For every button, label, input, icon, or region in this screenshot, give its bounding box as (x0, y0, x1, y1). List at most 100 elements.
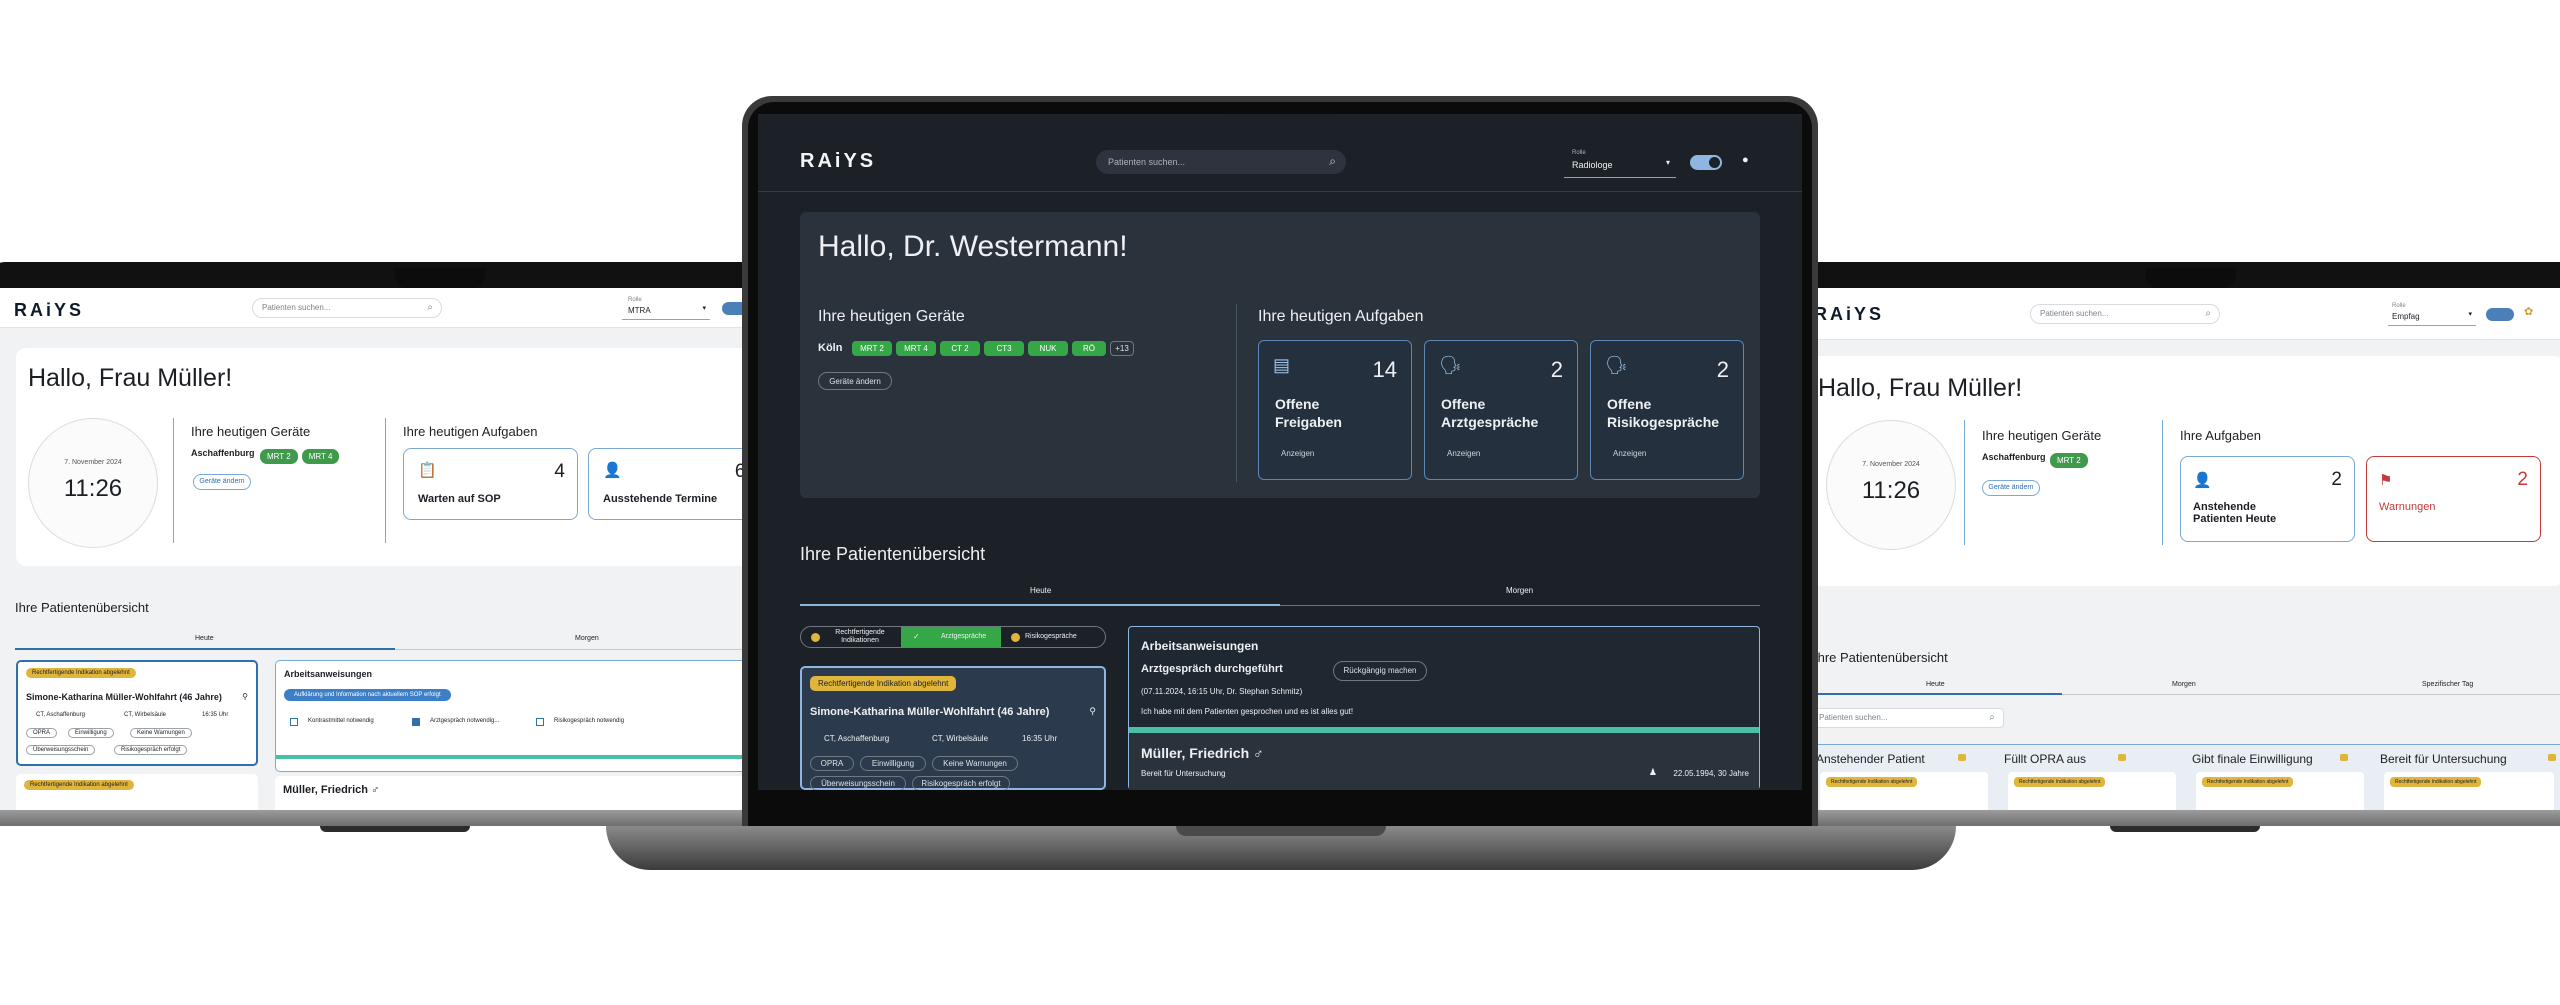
tab-specific-day[interactable]: Spezifischer Tag (2422, 681, 2473, 688)
welcome-card: Hallo, Frau Müller! 7. November 2024 11:… (16, 348, 742, 566)
task-card-warning[interactable]: ⚑ 2 Warnungen (2366, 456, 2541, 542)
chip: Überweisungsschein (810, 776, 906, 790)
divider (1964, 420, 1965, 545)
search-input[interactable]: Patienten suchen... ⌕ (252, 298, 442, 318)
task-card[interactable]: 👤 2 Anstehende Patienten Heute (2180, 456, 2355, 542)
device-pill[interactable]: CT 2 (940, 341, 980, 356)
change-devices-button[interactable]: Geräte ändern (193, 474, 251, 490)
search-input[interactable]: Patienten suchen... ⌕ (1096, 150, 1346, 174)
filter-risikogespraeche[interactable]: Risikogespräche (1001, 627, 1105, 647)
more-devices-chip[interactable]: +13 (1110, 341, 1134, 356)
top-bar: RAiYS Patienten suchen... ⌕ Rolle MTRA ▾ (0, 288, 742, 328)
patient-card[interactable]: Rechtfertigende Indikation abgelehnt Sim… (800, 666, 1106, 790)
task-card[interactable]: 🗣 2 Offene Arztgespräche Anzeigen (1424, 340, 1578, 480)
right-laptop-hinge (1790, 810, 2560, 826)
center-screen: RAiYS Patienten suchen... ⌕ Rolle Radiol… (758, 114, 1802, 790)
tab-today[interactable]: Heute (1926, 681, 1945, 688)
patient-card[interactable]: Rechtfertigende Indikation abgelehnt Sim… (16, 660, 258, 766)
show-link[interactable]: Anzeigen (1613, 449, 1646, 458)
left-laptop-hinge (0, 810, 770, 826)
work-meta: (07.11.2024, 16:15 Uhr, Dr. Stephan Schm… (1141, 687, 1303, 696)
patient-card[interactable]: Rechtfertigende Indikation abgelehnt (2384, 772, 2554, 810)
work-banner: Aufklärung und Information nach aktuelle… (284, 689, 451, 701)
devices-title: Ihre heutigen Geräte (1982, 428, 2102, 443)
divider (385, 418, 386, 543)
right-laptop-lip (2110, 826, 2260, 832)
role-select[interactable]: Rolle MTRA ▾ (622, 296, 710, 320)
task-card[interactable]: 📋 4 Warten auf SOP (403, 448, 578, 520)
device-pill[interactable]: MRT 2 (852, 341, 892, 356)
checkbox[interactable] (290, 718, 298, 726)
device-pill[interactable]: NUK (1028, 341, 1068, 356)
device-pill[interactable]: MRT 4 (896, 341, 936, 356)
checkbox[interactable] (412, 718, 420, 726)
center-laptop-chin (748, 790, 1812, 830)
task-card[interactable]: 👤 64 Ausstehende Termine (588, 448, 742, 520)
tab-today[interactable]: Heute (1030, 586, 1051, 595)
patient-card[interactable]: Rechtfertigende Indikation abgelehnt (16, 774, 258, 810)
show-link[interactable]: Anzeigen (1447, 449, 1480, 458)
change-devices-button[interactable]: Geräte ändern (1982, 480, 2040, 496)
chip: Keine Warnungen (932, 756, 1018, 771)
chevron-down-icon: ▾ (2468, 311, 2472, 318)
tab-rule (395, 649, 742, 650)
theme-toggle[interactable] (2486, 308, 2514, 321)
device-pill[interactable]: CT3 (984, 341, 1024, 356)
divider (173, 418, 174, 543)
device-pill[interactable]: MRT 2 (2050, 453, 2088, 468)
work-note: Ich habe mit dem Patienten gesprochen un… (1141, 707, 1354, 716)
tag-icon (2548, 754, 2556, 761)
tasks-title: Ihre heutigen Aufgaben (403, 424, 538, 439)
device-pill[interactable]: RÖ (1072, 341, 1106, 356)
tab-tomorrow[interactable]: Morgen (2172, 681, 2196, 688)
logo: RAiYS (14, 300, 85, 320)
chevron-down-icon: ▾ (1665, 158, 1670, 167)
task-card[interactable]: 🗣 2 Offene Risikogespräche Anzeigen (1590, 340, 1744, 480)
filter-rechtfertigende[interactable]: Rechtfertigende Indikationen (801, 627, 901, 647)
task-card[interactable]: ▤ 14 Offene Freigaben Anzeigen (1258, 340, 1412, 480)
greeting: Hallo, Frau Müller! (1818, 374, 2023, 402)
left-laptop-notch (395, 268, 485, 288)
role-select[interactable]: Rolle Radiologe ▾ (1564, 148, 1676, 178)
change-devices-button[interactable]: Geräte ändern (818, 372, 892, 390)
patient-card[interactable]: Rechtfertigende Indikation abgelehnt (2008, 772, 2176, 810)
top-bar: RAiYS Patienten suchen... ⌕ Rolle Empfag… (1814, 288, 2560, 340)
device-pills: MRT 2 (2050, 450, 2092, 468)
patient-card[interactable]: Rechtfertigende Indikation abgelehnt (2196, 772, 2364, 810)
check-icon: ✓ (913, 632, 920, 641)
work-panel: Arbeitsanweisungen Arztgespräch durchgef… (1128, 626, 1760, 790)
patient2-card[interactable]: Müller, Friedrich ♂ (275, 776, 742, 810)
search-icon: ⌕ (1329, 154, 1336, 168)
status-badge: Rechtfertigende Indikation abgelehnt (810, 676, 957, 691)
clock: 7. November 2024 11:26 (28, 418, 158, 548)
work-status: Arztgespräch durchgeführt (1141, 663, 1283, 675)
theme-toggle[interactable] (722, 302, 742, 315)
filter-group: Rechtfertigende Indikationen Arztgespräc… (800, 626, 1106, 648)
role-select[interactable]: Rolle Empfag ▾ (2388, 302, 2476, 326)
person-icon: ♟ (1648, 767, 1657, 777)
search-input[interactable]: Patienten suchen... ⌕ (2030, 304, 2220, 324)
undo-button[interactable]: Rückgängig machen (1333, 661, 1427, 681)
device-pill[interactable]: MRT 4 (301, 449, 340, 464)
patient-card[interactable]: Rechtfertigende Indikation abgelehnt (1820, 772, 1988, 810)
settings-icon[interactable]: ✿ (2524, 305, 2533, 318)
user-icon[interactable]: ● (1742, 154, 1749, 166)
show-link[interactable]: Anzeigen (1281, 449, 1314, 458)
welcome-card: Hallo, Frau Müller! 7. November 2024 11:… (1814, 356, 2560, 586)
filter-arztgespraeche[interactable]: Arztgespräche ✓ (901, 627, 1001, 647)
center-laptop-lip (1176, 826, 1386, 836)
tab-tomorrow[interactable]: Morgen (1506, 586, 1533, 595)
chip: Einwilligung (68, 728, 114, 738)
tab-tomorrow[interactable]: Morgen (575, 635, 599, 642)
chip: Keine Warnungen (130, 728, 192, 738)
approval-icon: ▤ (1273, 355, 1291, 375)
patient2-card[interactable]: Müller, Friedrich ♂ Bereit für Untersuch… (1129, 733, 1759, 790)
device-pill[interactable]: MRT 2 (260, 449, 298, 464)
kanban-column: Anstehender Patient Rechtfertigende Indi… (1816, 750, 1992, 810)
patient-search-input[interactable]: Patienten suchen... ⌕ (1814, 708, 2004, 728)
tasks-title: Ihre heutigen Aufgaben (1258, 308, 1424, 325)
tag-icon (1958, 754, 1966, 761)
theme-toggle[interactable] (1690, 155, 1722, 170)
checkbox[interactable] (536, 718, 544, 726)
tab-today[interactable]: Heute (195, 635, 214, 642)
